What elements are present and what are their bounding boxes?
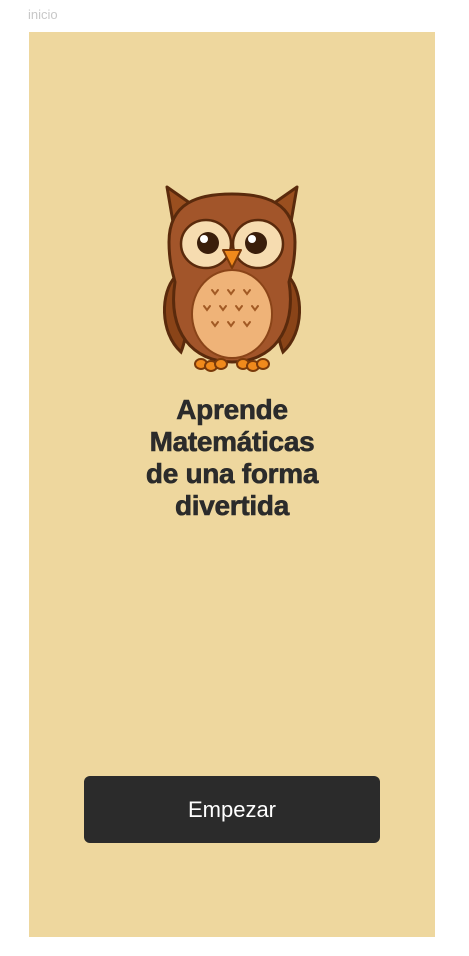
owl-icon: [163, 185, 301, 372]
headline-line: de una forma: [145, 458, 319, 490]
start-button[interactable]: Empezar: [84, 776, 380, 843]
start-screen: Aprende Matemáticas de una forma diverti…: [29, 32, 435, 937]
headline-line: Matemáticas: [149, 426, 315, 458]
headline: Aprende Matemáticas de una forma diverti…: [29, 394, 435, 522]
page-label: inicio: [28, 7, 58, 22]
headline-line: divertida: [174, 490, 290, 522]
headline-line: Aprende: [176, 394, 288, 426]
